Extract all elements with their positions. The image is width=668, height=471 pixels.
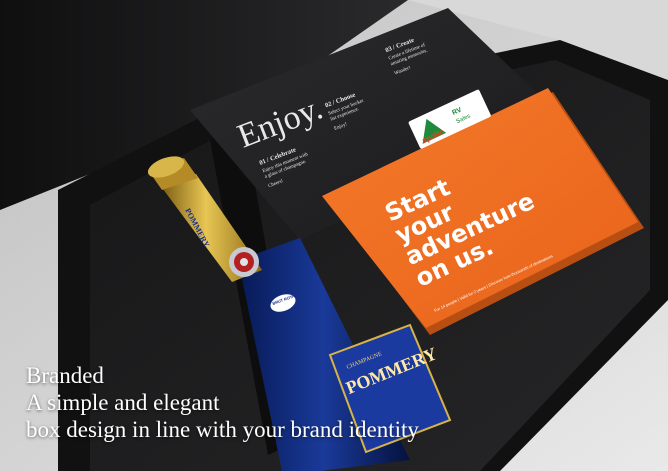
product-photo: Enjoy. 01 / Celebrate Enjoy this moment …: [0, 0, 668, 471]
caption: Branded A simple and elegant box design …: [26, 362, 419, 443]
caption-line-3: box design in line with your brand ident…: [26, 417, 419, 442]
caption-line-1: Branded: [26, 363, 104, 388]
caption-line-2: A simple and elegant: [26, 390, 220, 415]
